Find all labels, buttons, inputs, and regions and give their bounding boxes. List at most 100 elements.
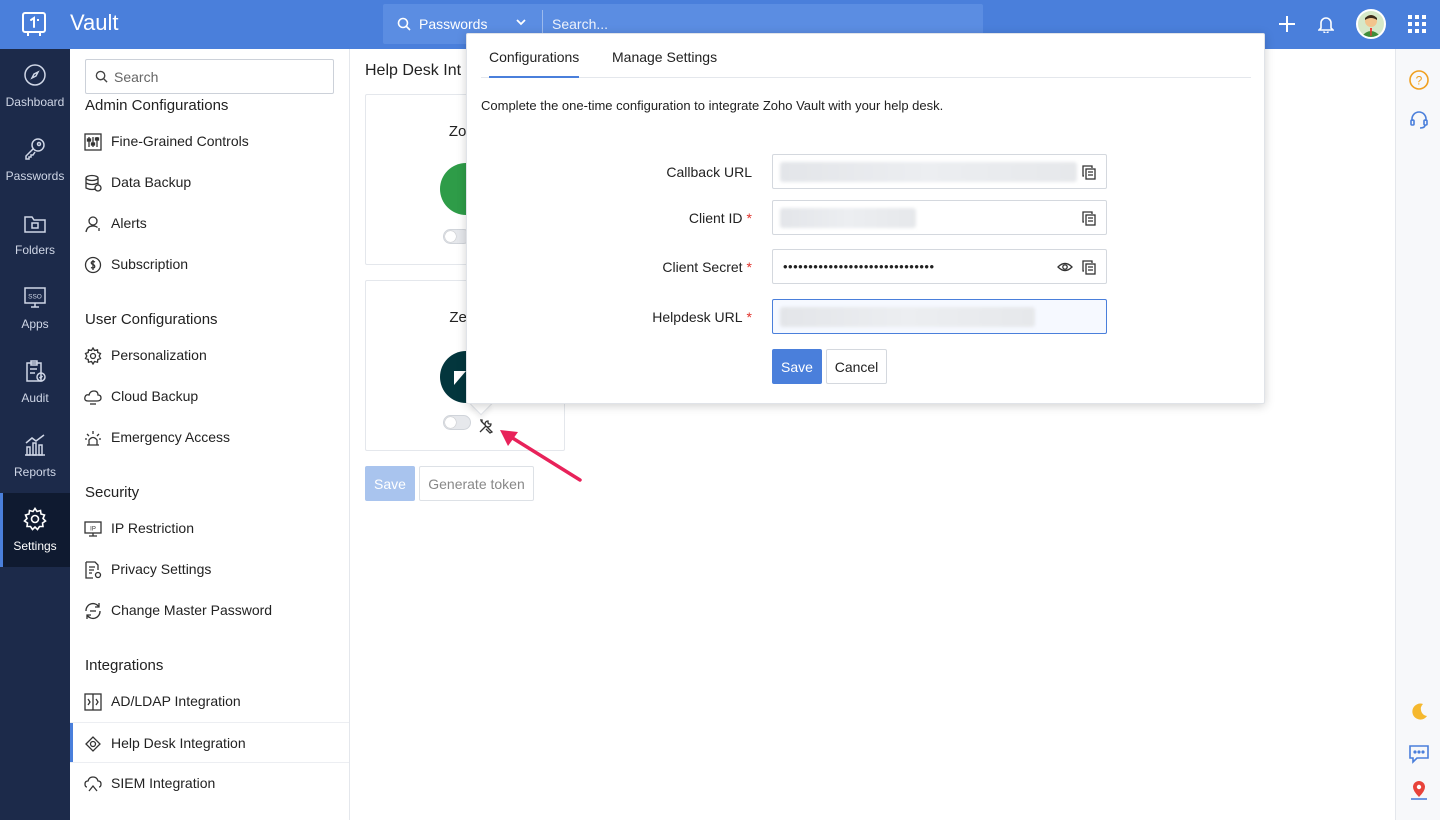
redacted-value (780, 307, 1035, 327)
clipboard-icon (26, 360, 46, 382)
vault-logo-icon[interactable] (20, 10, 48, 38)
bell-icon[interactable] (1318, 15, 1334, 33)
form-row-client-id: Client ID * (467, 200, 1266, 236)
password-refresh-icon (85, 603, 101, 619)
sidebar-item-label: Cloud Backup (111, 388, 199, 404)
subscription-icon (84, 256, 102, 274)
sidebar-item-label: Data Backup (111, 174, 192, 190)
field-label-text: Helpdesk URL (652, 309, 743, 325)
client-id-field[interactable] (772, 200, 1107, 235)
client-secret-field[interactable]: •••••••••••••••••••••••••••••• (772, 249, 1107, 284)
annotation-arrow-icon (500, 430, 582, 482)
page-title: Help Desk Int (365, 62, 462, 79)
sliders-icon (84, 133, 102, 151)
nav-label: Apps (21, 317, 49, 331)
form-row-client-secret: Client Secret * •••••••••••••••••••••••••… (467, 249, 1266, 285)
save-button[interactable]: Save (365, 466, 415, 501)
nav-label: Settings (13, 539, 57, 553)
nav-apps[interactable]: SSO Apps (0, 271, 70, 345)
callback-url-field[interactable] (772, 154, 1107, 189)
apps-grid-icon[interactable] (1408, 15, 1426, 33)
field-label: Client Secret * (662, 259, 752, 275)
tab-manage-settings[interactable]: Manage Settings (612, 49, 717, 65)
tab-configurations[interactable]: Configurations (489, 49, 580, 78)
popover-cancel-button[interactable]: Cancel (826, 349, 887, 384)
help-icon[interactable]: ? (1408, 69, 1430, 91)
directory-icon (84, 693, 102, 711)
right-utility-bar: ? (1395, 49, 1440, 820)
search-scope-label: Passwords (419, 16, 488, 32)
helpdesk-url-field[interactable] (772, 299, 1107, 334)
required-asterisk: * (746, 210, 752, 226)
search-icon (95, 70, 108, 83)
sidebar-item-help-desk-integration[interactable]: Help Desk Integration (70, 722, 349, 763)
nav-dashboard[interactable]: Dashboard (0, 49, 70, 123)
eye-icon[interactable] (1057, 259, 1073, 275)
zendesk-enable-toggle[interactable] (443, 415, 471, 430)
sidebar-item-cloud-backup[interactable]: Cloud Backup (70, 376, 349, 417)
nav-folders[interactable]: Folders (0, 197, 70, 271)
field-label: Client ID * (689, 210, 752, 226)
popover-tabs: Configurations Manage Settings (481, 34, 1251, 78)
sidebar-item-personalization[interactable]: Personalization (70, 335, 349, 376)
required-asterisk: * (746, 309, 752, 325)
nav-label: Audit (21, 391, 49, 405)
field-label-text: Client Secret (662, 259, 743, 275)
dark-mode-moon-icon[interactable] (1408, 701, 1430, 723)
sidebar-item-privacy-settings[interactable]: Privacy Settings (70, 549, 349, 590)
search-icon (397, 17, 411, 31)
key-icon (25, 138, 45, 160)
svg-text:SSO: SSO (28, 294, 42, 301)
sidebar-item-change-master-password[interactable]: Change Master Password (70, 590, 349, 631)
left-nav: Dashboard Passwords Folders SSO Apps Aud… (0, 49, 70, 820)
sidebar-item-fine-grained-controls[interactable]: Fine-Grained Controls (70, 121, 349, 162)
field-label-text: Client ID (688, 210, 743, 226)
sidebar-item-label: Emergency Access (111, 429, 231, 445)
sidebar-item-label: Help Desk Integration (111, 735, 246, 751)
redacted-value (780, 208, 916, 228)
database-icon (85, 174, 102, 192)
user-alert-icon (85, 216, 100, 233)
sidebar-item-ip-restriction[interactable]: IP IP Restriction (70, 508, 349, 549)
sidebar-item-siem-integration[interactable]: SIEM Integration (70, 763, 349, 804)
popover-save-button[interactable]: Save (772, 349, 822, 384)
location-pin-icon[interactable] (1408, 779, 1430, 801)
nav-audit[interactable]: Audit (0, 345, 70, 419)
client-secret-masked-value: •••••••••••••••••••••••••••••• (783, 259, 935, 274)
sidebar-item-emergency-access[interactable]: Emergency Access (70, 417, 349, 458)
section-user-configurations: User Configurations (85, 311, 218, 328)
sidebar-item-label: Change Master Password (111, 602, 273, 618)
add-icon[interactable] (1278, 15, 1296, 33)
compass-icon (24, 64, 46, 86)
user-avatar[interactable] (1356, 9, 1386, 39)
field-label: Callback URL (666, 164, 752, 180)
field-label-text: Callback URL (666, 164, 752, 180)
sidebar-item-alerts[interactable]: Alerts (70, 203, 349, 244)
nav-label: Dashboard (5, 95, 65, 109)
copy-icon[interactable] (1081, 259, 1097, 275)
chat-icon[interactable] (1408, 743, 1430, 765)
support-headset-icon[interactable] (1408, 109, 1430, 131)
svg-text:IP: IP (90, 527, 96, 533)
sidebar-item-label: Alerts (111, 215, 147, 231)
sidebar-item-ad-ldap-integration[interactable]: AD/LDAP Integration (70, 681, 349, 722)
nav-settings[interactable]: Settings (0, 493, 70, 567)
copy-icon[interactable] (1081, 210, 1097, 226)
sidebar-item-label: Personalization (111, 347, 207, 363)
sidebar-item-label: AD/LDAP Integration (111, 693, 241, 709)
nav-reports[interactable]: Reports (0, 419, 70, 493)
nav-label: Reports (13, 465, 57, 479)
search-input[interactable]: Search... (552, 16, 608, 32)
sidebar-search-input[interactable]: Search (85, 59, 334, 94)
redacted-value (780, 162, 1077, 182)
form-row-callback-url: Callback URL (467, 154, 1266, 190)
chart-icon (25, 434, 45, 456)
sidebar-item-subscription[interactable]: Subscription (70, 244, 349, 285)
nav-passwords[interactable]: Passwords (0, 123, 70, 197)
helpdesk-ticket-icon (85, 736, 101, 752)
copy-icon[interactable] (1081, 164, 1097, 180)
sidebar-item-data-backup[interactable]: Data Backup (70, 162, 349, 203)
gear-icon (23, 507, 47, 531)
sidebar-search-placeholder: Search (114, 69, 159, 85)
sidebar-item-label: SIEM Integration (111, 775, 216, 791)
